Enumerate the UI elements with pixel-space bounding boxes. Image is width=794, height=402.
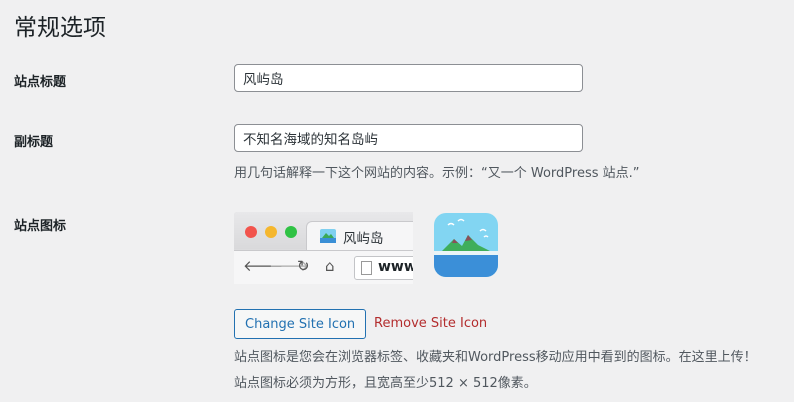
site-title-input[interactable] [234, 64, 583, 92]
site-title-label: 站点标题 [14, 75, 67, 90]
browser-preview: 风屿岛 🡐 🡒 ↻ ⌂ www. [234, 212, 413, 284]
browser-toolbar: 🡐 🡒 ↻ ⌂ www. [234, 250, 413, 284]
home-icon: ⌂ [325, 257, 335, 275]
remove-site-icon-link[interactable]: Remove Site Icon [374, 316, 487, 331]
maximize-dot-icon [285, 226, 297, 238]
site-app-icon [434, 213, 498, 277]
tagline-label: 副标题 [14, 135, 54, 150]
page-title: 常规选项 [14, 15, 106, 41]
browser-tabbar: 风屿岛 [234, 212, 413, 252]
minimize-dot-icon [265, 226, 277, 238]
site-icon-description-2: 站点图标必须为方形，且宽高至少512 × 512像素。 [234, 376, 537, 391]
tagline-input[interactable] [234, 124, 583, 152]
reload-icon: ↻ [297, 257, 310, 275]
site-icon-label: 站点图标 [14, 219, 67, 234]
address-text: www. [378, 259, 413, 275]
favicon-icon [320, 229, 336, 243]
address-bar: www. [354, 256, 413, 280]
site-icon-description-1: 站点图标是您会在浏览器标签、收藏夹和WordPress移动应用中看到的图标。在这… [234, 350, 757, 365]
page-icon [361, 261, 372, 275]
change-site-icon-button[interactable]: Change Site Icon [234, 309, 367, 339]
tab-title: 风屿岛 [343, 231, 384, 247]
browser-tab: 风屿岛 [306, 221, 413, 252]
close-dot-icon [245, 226, 257, 238]
tagline-description: 用几句话解释一下这个网站的内容。示例：“又一个 WordPress 站点.” [234, 166, 640, 181]
